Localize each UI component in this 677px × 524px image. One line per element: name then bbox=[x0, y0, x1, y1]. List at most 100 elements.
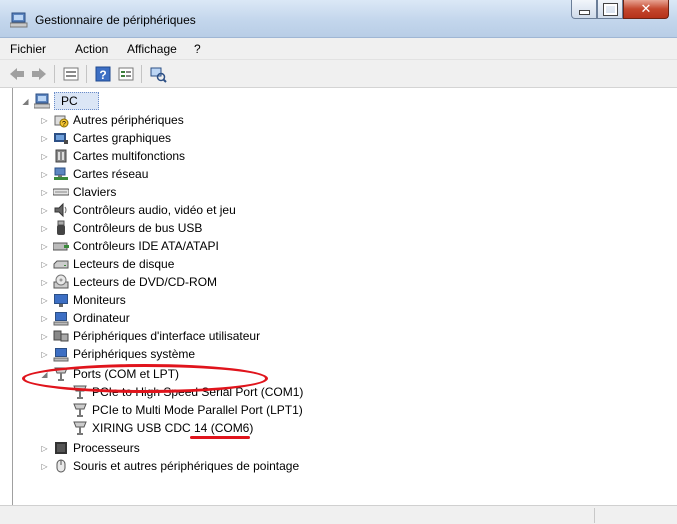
keyboard-icon bbox=[53, 188, 69, 196]
svg-text:?: ? bbox=[99, 68, 106, 82]
view-options-icon[interactable] bbox=[117, 65, 135, 83]
multifunction-card-icon bbox=[55, 149, 67, 163]
close-button[interactable]: ✕ bbox=[623, 0, 669, 19]
port-connector-icon bbox=[73, 421, 87, 435]
tree-label: Périphériques système bbox=[73, 347, 196, 361]
tree-item-claviers[interactable]: ▷ Claviers bbox=[40, 183, 116, 201]
window-title: Gestionnaire de périphériques bbox=[35, 13, 196, 27]
tree-item-ordinateur[interactable]: ▷ Ordinateur bbox=[40, 309, 130, 327]
title-bar: Gestionnaire de périphériques ✕ bbox=[0, 0, 677, 38]
menu-action[interactable]: Action bbox=[75, 42, 108, 56]
port-connector-icon bbox=[73, 403, 87, 417]
tree-label: PCIe to Multi Mode Parallel Port (LPT1) bbox=[92, 403, 303, 417]
tree-item-port-com6[interactable]: XIRING USB CDC 14 (COM6) bbox=[68, 419, 253, 437]
collapse-arrow-icon[interactable]: ◢ bbox=[21, 97, 30, 106]
tree-label: Lecteurs de disque bbox=[73, 257, 175, 271]
tree-item-lecteurs-dvd[interactable]: ▷ Lecteurs de DVD/CD-ROM bbox=[40, 273, 217, 291]
expand-arrow-icon[interactable]: ▷ bbox=[40, 260, 49, 269]
toolbar: ? bbox=[0, 60, 677, 88]
tree-label: Cartes réseau bbox=[73, 167, 149, 181]
tree-item-controleurs-audio[interactable]: ▷ Contrôleurs audio, vidéo et jeu bbox=[40, 201, 236, 219]
tree-label: Ordinateur bbox=[73, 311, 130, 325]
expand-arrow-icon[interactable]: ▷ bbox=[40, 332, 49, 341]
tree-label: Autres périphériques bbox=[73, 113, 184, 127]
expand-arrow-icon[interactable]: ▷ bbox=[40, 350, 49, 359]
tree-item-autres-peripheriques[interactable]: ▷ ? Autres périphériques bbox=[40, 111, 184, 129]
unknown-device-icon: ? bbox=[54, 115, 69, 128]
tree-label: Contrôleurs de bus USB bbox=[73, 221, 203, 235]
close-icon: ✕ bbox=[640, 1, 652, 17]
expand-arrow-icon[interactable]: ▷ bbox=[40, 278, 49, 287]
highlight-underline-com6 bbox=[190, 436, 250, 439]
tree-item-controleurs-ide[interactable]: ▷ Contrôleurs IDE ATA/ATAPI bbox=[40, 237, 219, 255]
expand-arrow-icon[interactable]: ▷ bbox=[40, 188, 49, 197]
status-bar-separator bbox=[594, 508, 595, 523]
tree-item-souris[interactable]: ▷ Souris et autres périphériques de poin… bbox=[40, 457, 299, 475]
tree-item-cartes-reseau[interactable]: ▷ Cartes réseau bbox=[40, 165, 148, 183]
expand-arrow-icon[interactable]: ▷ bbox=[40, 224, 49, 233]
expand-arrow-icon[interactable]: ▷ bbox=[40, 444, 49, 453]
toolbar-separator bbox=[141, 65, 142, 83]
toolbar-separator bbox=[86, 65, 87, 83]
expand-arrow-icon[interactable]: ▷ bbox=[40, 152, 49, 161]
tree-item-hid[interactable]: ▷ Périphériques d'interface utilisateur bbox=[40, 327, 260, 345]
system-device-icon bbox=[53, 348, 69, 362]
expand-arrow-icon[interactable]: ▷ bbox=[40, 314, 49, 323]
properties-icon[interactable] bbox=[62, 65, 80, 83]
network-adapter-icon bbox=[54, 167, 68, 180]
tree-label: Lecteurs de DVD/CD-ROM bbox=[73, 275, 218, 289]
tree-item-moniteurs[interactable]: ▷ Moniteurs bbox=[40, 291, 126, 309]
processor-icon bbox=[55, 442, 67, 454]
tree-label: Cartes graphiques bbox=[73, 131, 172, 145]
tree-label-pc: PC bbox=[54, 92, 99, 110]
usb-icon bbox=[57, 220, 65, 235]
forward-arrow-icon[interactable] bbox=[30, 65, 48, 83]
status-bar bbox=[0, 505, 677, 524]
minimize-button[interactable] bbox=[571, 0, 597, 19]
expand-arrow-icon[interactable]: ▷ bbox=[40, 296, 49, 305]
expand-arrow-icon[interactable]: ▷ bbox=[40, 242, 49, 251]
toolbar-separator bbox=[54, 65, 55, 83]
help-icon[interactable]: ? bbox=[94, 65, 112, 83]
mouse-icon bbox=[56, 459, 66, 473]
minimize-icon bbox=[578, 9, 590, 15]
device-tree: ◢ PC ▷ ? Autres périphériques ▷ Cartes g… bbox=[12, 88, 677, 505]
computer-icon bbox=[34, 93, 50, 109]
tree-item-controleurs-usb[interactable]: ▷ Contrôleurs de bus USB bbox=[40, 219, 202, 237]
expand-arrow-icon[interactable]: ▷ bbox=[40, 206, 49, 215]
tree-item-cartes-graphiques[interactable]: ▷ Cartes graphiques bbox=[40, 129, 171, 147]
tree-label: Cartes multifonctions bbox=[73, 149, 186, 163]
tree-item-peripheriques-systeme[interactable]: ▷ Périphériques système bbox=[40, 345, 195, 363]
tree-label: XIRING USB CDC 14 (COM6) bbox=[92, 421, 254, 435]
menu-help[interactable]: ? bbox=[194, 42, 201, 56]
tree-label: Processeurs bbox=[73, 441, 140, 455]
disk-drive-icon bbox=[53, 260, 69, 269]
tree-label: Contrôleurs IDE ATA/ATAPI bbox=[73, 239, 219, 253]
hid-icon bbox=[53, 330, 69, 342]
menu-affichage[interactable]: Affichage bbox=[127, 42, 177, 56]
expand-arrow-icon[interactable]: ▷ bbox=[40, 170, 49, 179]
tree-item-lecteurs-disque[interactable]: ▷ Lecteurs de disque bbox=[40, 255, 174, 273]
display-adapter-icon bbox=[54, 133, 68, 144]
maximize-button[interactable] bbox=[597, 0, 623, 19]
tree-root-pc[interactable]: ◢ PC bbox=[21, 92, 99, 110]
tree-item-processeurs[interactable]: ▷ Processeurs bbox=[40, 439, 140, 457]
expand-arrow-icon[interactable]: ▷ bbox=[40, 462, 49, 471]
tree-label: Moniteurs bbox=[73, 293, 126, 307]
menu-fichier[interactable]: Fichier bbox=[10, 42, 46, 56]
speaker-icon bbox=[54, 202, 67, 218]
monitor-icon bbox=[54, 294, 68, 307]
scan-hardware-icon[interactable] bbox=[149, 65, 167, 83]
tree-label: Périphériques d'interface utilisateur bbox=[73, 329, 261, 343]
tree-item-port-lpt1[interactable]: PCIe to Multi Mode Parallel Port (LPT1) bbox=[68, 401, 303, 419]
back-arrow-icon[interactable] bbox=[8, 65, 26, 83]
tree-label: Souris et autres périphériques de pointa… bbox=[73, 459, 300, 473]
tree-item-cartes-multifonctions[interactable]: ▷ Cartes multifonctions bbox=[40, 147, 185, 165]
tree-label: Contrôleurs audio, vidéo et jeu bbox=[73, 203, 236, 217]
expand-arrow-icon[interactable]: ▷ bbox=[40, 134, 49, 143]
tree-label: Claviers bbox=[73, 185, 117, 199]
expand-arrow-icon[interactable]: ▷ bbox=[40, 116, 49, 125]
svg-text:?: ? bbox=[62, 121, 66, 128]
dvd-drive-icon bbox=[53, 274, 69, 289]
maximize-icon bbox=[602, 2, 618, 16]
